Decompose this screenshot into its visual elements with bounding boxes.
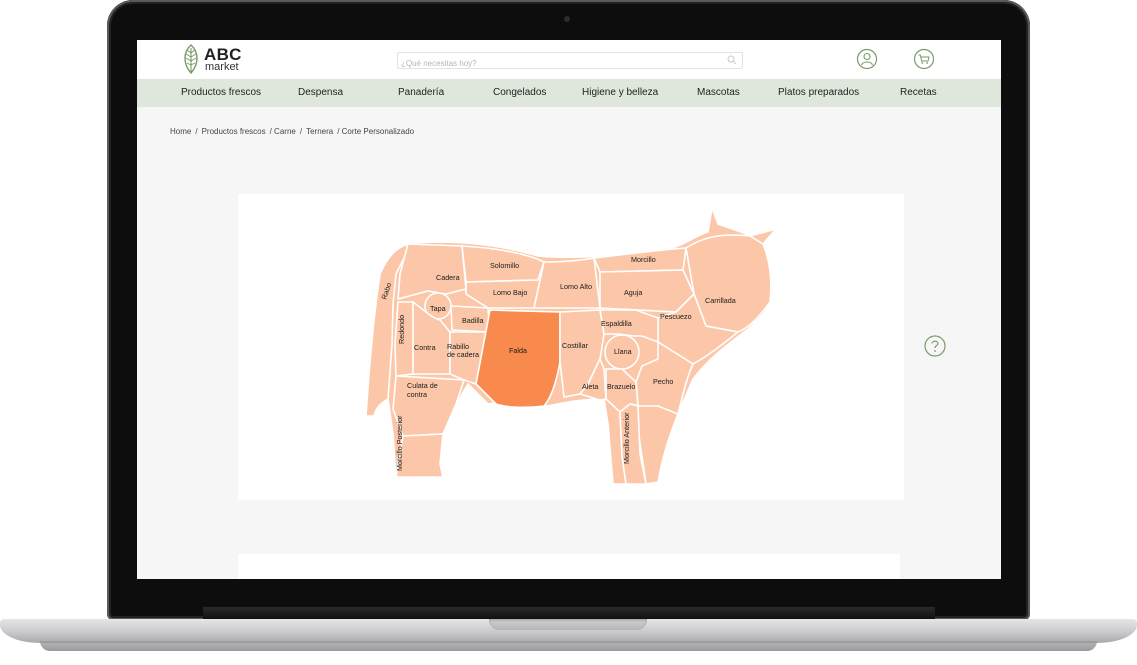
- nav-item-panaderia[interactable]: Panadería: [398, 79, 444, 107]
- label-pescuezo: Pescuezo: [660, 312, 692, 321]
- help-icon[interactable]: [924, 335, 946, 357]
- label-solomillo: Solomillo: [490, 261, 519, 270]
- main-nav: Productos frescos Despensa Panadería Con…: [137, 79, 1001, 107]
- label-lomo-bajo: Lomo Bajo: [493, 288, 527, 297]
- search-input[interactable]: [398, 56, 701, 71]
- label-morcillo-anterior: Morcillo Anterior: [622, 412, 631, 464]
- laptop-hinge: [203, 607, 935, 619]
- user-icon[interactable]: [856, 48, 878, 70]
- nav-item-despensa[interactable]: Despensa: [298, 79, 343, 107]
- cut-aguja[interactable]: [599, 269, 695, 313]
- cart-icon[interactable]: [913, 48, 935, 70]
- nav-item-mascotas[interactable]: Mascotas: [697, 79, 740, 107]
- breadcrumb-separator: /: [299, 127, 303, 136]
- label-falda: Falda: [509, 346, 527, 355]
- brand-logo[interactable]: ABC market: [181, 44, 261, 76]
- cut-cadera[interactable]: [397, 243, 467, 301]
- cut-falda[interactable]: [475, 309, 561, 409]
- label-lomo-alto: Lomo Alto: [560, 282, 592, 291]
- secondary-card: [238, 554, 900, 579]
- site-header: ABC market: [137, 40, 1001, 79]
- label-costillar: Costillar: [562, 341, 589, 350]
- beef-cuts-diagram: Cadera Solomillo Lomo Bajo Lomo Alto Mor…: [365, 204, 779, 485]
- breadcrumb-productos-frescos[interactable]: Productos frescos: [202, 127, 266, 136]
- breadcrumb-current: / Corte Personalizado: [337, 127, 415, 136]
- laptop-camera: [564, 16, 570, 22]
- nav-item-platos-preparados[interactable]: Platos preparados: [778, 79, 859, 107]
- label-morcillo: Morcillo: [631, 255, 656, 264]
- label-cadera: Cadera: [436, 273, 460, 282]
- label-tapa: Tapa: [430, 304, 446, 313]
- nav-item-recetas[interactable]: Recetas: [900, 79, 937, 107]
- leaf-logo-icon: [184, 44, 198, 74]
- laptop-base-shadow: [40, 641, 1097, 651]
- cuts-card: Cadera Solomillo Lomo Bajo Lomo Alto Mor…: [238, 194, 904, 500]
- label-aguja: Aguja: [624, 288, 642, 297]
- breadcrumb: Home / Productos frescos / Carne / Ternera / C…: [170, 127, 418, 136]
- laptop-notch: [489, 619, 647, 630]
- breadcrumb-ternera[interactable]: Ternera: [306, 127, 333, 136]
- label-llana: Llana: [614, 347, 632, 356]
- search-box: [397, 52, 743, 71]
- nav-item-higiene-belleza[interactable]: Higiene y belleza: [582, 79, 658, 107]
- label-carrillada: Carrillada: [705, 296, 736, 305]
- label-rabillo-line2: de cadera: [447, 350, 479, 359]
- label-aleta: Aleta: [582, 382, 598, 391]
- breadcrumb-separator: /: [195, 127, 198, 136]
- label-redondo: Redondo: [397, 315, 406, 344]
- label-culata-line2: contra: [407, 390, 427, 399]
- label-pecho: Pecho: [653, 377, 673, 386]
- brand-subname: market: [205, 61, 239, 73]
- screen: ABC market Productos frescos Despensa Pa…: [137, 40, 1001, 579]
- label-contra: Contra: [414, 343, 436, 352]
- label-badilla: Badilla: [462, 316, 484, 325]
- label-espaldilla: Espaldilla: [601, 319, 632, 328]
- breadcrumb-home[interactable]: Home: [170, 127, 191, 136]
- label-morcillo-posterior: Morcillo Posterior: [395, 415, 404, 471]
- label-brazuelo: Brazuelo: [607, 382, 635, 391]
- label-culata-line1: Culata de: [407, 381, 438, 390]
- nav-item-congelados[interactable]: Congelados: [493, 79, 546, 107]
- breadcrumb-carne[interactable]: / Carne: [270, 127, 296, 136]
- search-icon[interactable]: [727, 55, 737, 65]
- nav-item-productos-frescos[interactable]: Productos frescos: [181, 79, 261, 107]
